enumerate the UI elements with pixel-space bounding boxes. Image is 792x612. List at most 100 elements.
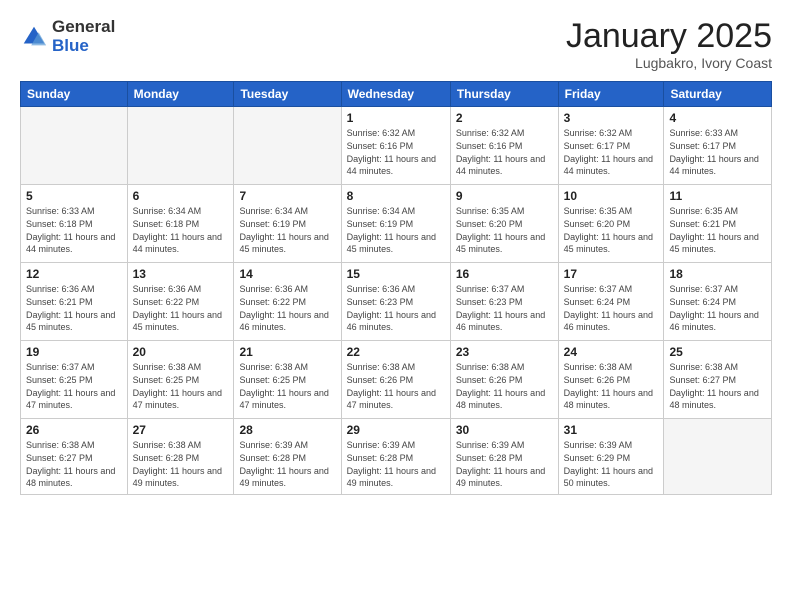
day-number: 9 (456, 189, 553, 203)
day-number: 28 (239, 423, 335, 437)
day-info: Sunrise: 6:36 AM Sunset: 6:22 PM Dayligh… (239, 283, 335, 333)
day-info: Sunrise: 6:37 AM Sunset: 6:25 PM Dayligh… (26, 361, 122, 411)
day-info: Sunrise: 6:37 AM Sunset: 6:23 PM Dayligh… (456, 283, 553, 333)
weekday-header-thursday: Thursday (450, 82, 558, 107)
calendar-cell: 2 Sunrise: 6:32 AM Sunset: 6:16 PM Daylig… (450, 107, 558, 185)
logo-general-text: General (52, 18, 115, 37)
day-number: 7 (239, 189, 335, 203)
day-info: Sunrise: 6:38 AM Sunset: 6:26 PM Dayligh… (456, 361, 553, 411)
day-number: 10 (564, 189, 659, 203)
calendar-cell: 1Sunrise: 6:32 AM Sunset: 6:16 PM Daylig… (341, 107, 450, 185)
calendar-cell: 16 Sunrise: 6:37 AM Sunset: 6:23 PM Dayli… (450, 263, 558, 341)
calendar-cell: 14 Sunrise: 6:36 AM Sunset: 6:22 PM Dayli… (234, 263, 341, 341)
calendar-week-5: 26 Sunrise: 6:38 AM Sunset: 6:27 PM Dayli… (21, 419, 772, 494)
calendar-week-1: 1Sunrise: 6:32 AM Sunset: 6:16 PM Daylig… (21, 107, 772, 185)
calendar-cell: 25 Sunrise: 6:38 AM Sunset: 6:27 PM Dayli… (664, 341, 772, 419)
day-info: Sunrise: 6:32 AM Sunset: 6:17 PM Dayligh… (564, 127, 659, 177)
day-number: 11 (669, 189, 766, 203)
calendar-table: SundayMondayTuesdayWednesdayThursdayFrid… (20, 81, 772, 494)
day-info: Sunrise: 6:38 AM Sunset: 6:27 PM Dayligh… (669, 361, 766, 411)
day-number: 30 (456, 423, 553, 437)
day-number: 12 (26, 267, 122, 281)
calendar-cell: 13 Sunrise: 6:36 AM Sunset: 6:22 PM Dayli… (127, 263, 234, 341)
day-info: Sunrise: 6:36 AM Sunset: 6:23 PM Dayligh… (347, 283, 445, 333)
day-info: Sunrise: 6:35 AM Sunset: 6:20 PM Dayligh… (564, 205, 659, 255)
weekday-header-monday: Monday (127, 82, 234, 107)
calendar-week-2: 5 Sunrise: 6:33 AM Sunset: 6:18 PM Daylig… (21, 185, 772, 263)
calendar-cell: 24Sunrise: 6:38 AM Sunset: 6:26 PM Dayli… (558, 341, 664, 419)
weekday-header-saturday: Saturday (664, 82, 772, 107)
day-number: 18 (669, 267, 766, 281)
calendar-cell: 26 Sunrise: 6:38 AM Sunset: 6:27 PM Dayli… (21, 419, 128, 494)
day-number: 5 (26, 189, 122, 203)
day-info: Sunrise: 6:36 AM Sunset: 6:22 PM Dayligh… (133, 283, 229, 333)
calendar-cell: 5 Sunrise: 6:33 AM Sunset: 6:18 PM Daylig… (21, 185, 128, 263)
day-info: Sunrise: 6:38 AM Sunset: 6:28 PM Dayligh… (133, 439, 229, 489)
day-info: Sunrise: 6:32 AM Sunset: 6:16 PM Dayligh… (347, 127, 445, 177)
day-number: 19 (26, 345, 122, 359)
calendar-cell: 19 Sunrise: 6:37 AM Sunset: 6:25 PM Dayli… (21, 341, 128, 419)
calendar-cell: 11 Sunrise: 6:35 AM Sunset: 6:21 PM Dayli… (664, 185, 772, 263)
day-number: 2 (456, 111, 553, 125)
day-number: 23 (456, 345, 553, 359)
day-number: 29 (347, 423, 445, 437)
day-info: Sunrise: 6:32 AM Sunset: 6:16 PM Dayligh… (456, 127, 553, 177)
day-info: Sunrise: 6:35 AM Sunset: 6:21 PM Dayligh… (669, 205, 766, 255)
day-number: 22 (347, 345, 445, 359)
day-number: 27 (133, 423, 229, 437)
page: General Blue January 2025 Lugbakro, Ivor… (0, 0, 792, 612)
calendar-header: SundayMondayTuesdayWednesdayThursdayFrid… (21, 82, 772, 107)
day-number: 13 (133, 267, 229, 281)
weekday-header-wednesday: Wednesday (341, 82, 450, 107)
logo: General Blue (20, 18, 115, 55)
calendar-cell: 7 Sunrise: 6:34 AM Sunset: 6:19 PM Daylig… (234, 185, 341, 263)
day-info: Sunrise: 6:39 AM Sunset: 6:28 PM Dayligh… (239, 439, 335, 489)
calendar-cell: 8Sunrise: 6:34 AM Sunset: 6:19 PM Daylig… (341, 185, 450, 263)
day-info: Sunrise: 6:38 AM Sunset: 6:26 PM Dayligh… (564, 361, 659, 411)
day-number: 17 (564, 267, 659, 281)
day-number: 20 (133, 345, 229, 359)
day-info: Sunrise: 6:37 AM Sunset: 6:24 PM Dayligh… (564, 283, 659, 333)
logo-blue-text: Blue (52, 37, 115, 56)
calendar-body: 1Sunrise: 6:32 AM Sunset: 6:16 PM Daylig… (21, 107, 772, 494)
calendar-cell: 18Sunrise: 6:37 AM Sunset: 6:24 PM Dayli… (664, 263, 772, 341)
day-number: 16 (456, 267, 553, 281)
day-info: Sunrise: 6:35 AM Sunset: 6:20 PM Dayligh… (456, 205, 553, 255)
header: General Blue January 2025 Lugbakro, Ivor… (20, 18, 772, 71)
day-number: 8 (347, 189, 445, 203)
calendar-cell: 20Sunrise: 6:38 AM Sunset: 6:25 PM Dayli… (127, 341, 234, 419)
calendar-cell: 6Sunrise: 6:34 AM Sunset: 6:18 PM Daylig… (127, 185, 234, 263)
month-title: January 2025 (566, 18, 772, 55)
calendar-cell: 3Sunrise: 6:32 AM Sunset: 6:17 PM Daylig… (558, 107, 664, 185)
calendar-cell (127, 107, 234, 185)
calendar-cell: 10 Sunrise: 6:35 AM Sunset: 6:20 PM Dayli… (558, 185, 664, 263)
day-number: 14 (239, 267, 335, 281)
calendar-cell (21, 107, 128, 185)
calendar-cell: 15 Sunrise: 6:36 AM Sunset: 6:23 PM Dayli… (341, 263, 450, 341)
calendar-cell: 17 Sunrise: 6:37 AM Sunset: 6:24 PM Dayli… (558, 263, 664, 341)
day-info: Sunrise: 6:39 AM Sunset: 6:28 PM Dayligh… (347, 439, 445, 489)
day-info: Sunrise: 6:38 AM Sunset: 6:26 PM Dayligh… (347, 361, 445, 411)
day-number: 26 (26, 423, 122, 437)
day-number: 15 (347, 267, 445, 281)
weekday-header-friday: Friday (558, 82, 664, 107)
day-info: Sunrise: 6:38 AM Sunset: 6:27 PM Dayligh… (26, 439, 122, 489)
logo-icon (20, 23, 48, 51)
day-info: Sunrise: 6:33 AM Sunset: 6:18 PM Dayligh… (26, 205, 122, 255)
day-number: 25 (669, 345, 766, 359)
calendar-week-4: 19 Sunrise: 6:37 AM Sunset: 6:25 PM Dayli… (21, 341, 772, 419)
calendar-cell (234, 107, 341, 185)
day-info: Sunrise: 6:39 AM Sunset: 6:29 PM Dayligh… (564, 439, 659, 489)
calendar-cell: 12 Sunrise: 6:36 AM Sunset: 6:21 PM Dayli… (21, 263, 128, 341)
day-info: Sunrise: 6:36 AM Sunset: 6:21 PM Dayligh… (26, 283, 122, 333)
day-info: Sunrise: 6:34 AM Sunset: 6:19 PM Dayligh… (239, 205, 335, 255)
calendar-cell: 21Sunrise: 6:38 AM Sunset: 6:25 PM Dayli… (234, 341, 341, 419)
day-info: Sunrise: 6:33 AM Sunset: 6:17 PM Dayligh… (669, 127, 766, 177)
weekday-header-tuesday: Tuesday (234, 82, 341, 107)
calendar-cell: 31Sunrise: 6:39 AM Sunset: 6:29 PM Dayli… (558, 419, 664, 494)
day-number: 4 (669, 111, 766, 125)
calendar-cell: 28 Sunrise: 6:39 AM Sunset: 6:28 PM Dayli… (234, 419, 341, 494)
calendar-week-3: 12 Sunrise: 6:36 AM Sunset: 6:21 PM Dayli… (21, 263, 772, 341)
calendar-cell: 27 Sunrise: 6:38 AM Sunset: 6:28 PM Dayli… (127, 419, 234, 494)
calendar-cell: 29 Sunrise: 6:39 AM Sunset: 6:28 PM Dayli… (341, 419, 450, 494)
